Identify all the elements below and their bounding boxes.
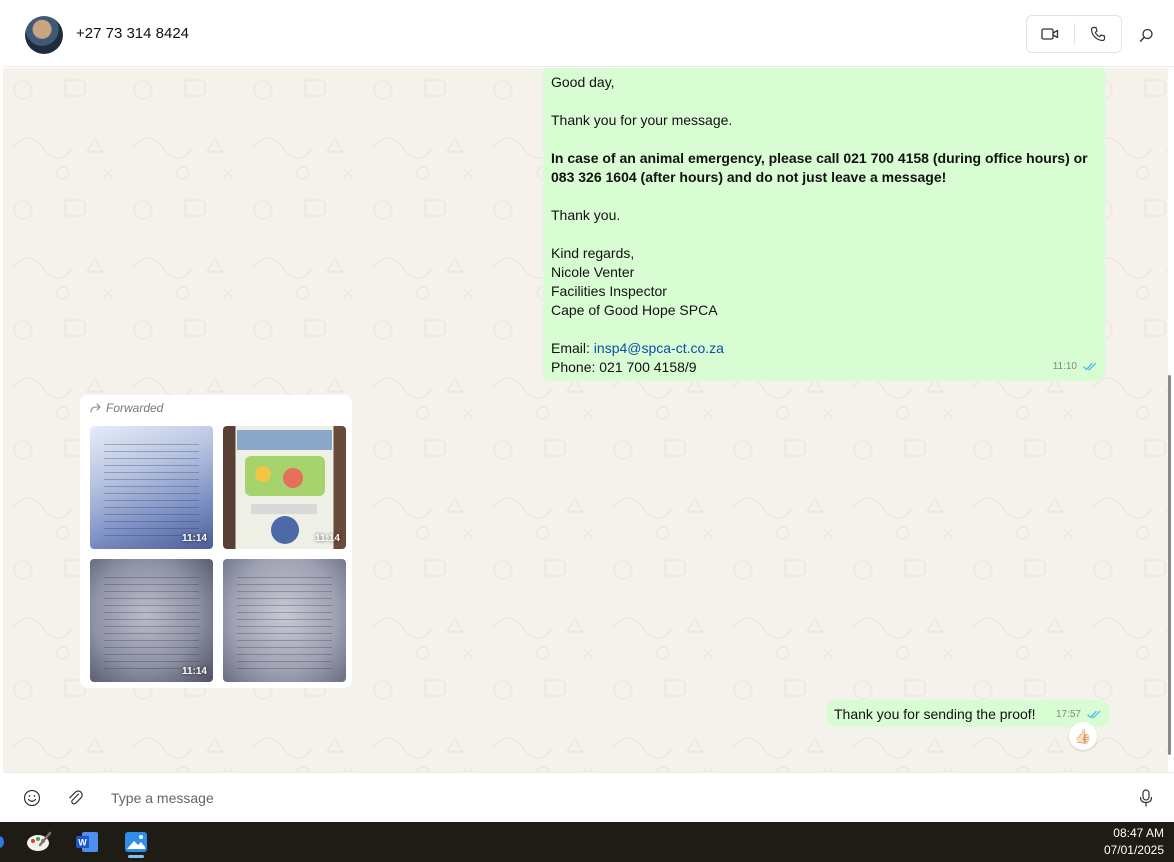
outgoing-message-bubble[interactable]: Thank you for sending the proof! 17:57 xyxy=(827,700,1109,727)
document-photo xyxy=(104,438,199,537)
chat-scrollbar[interactable] xyxy=(1168,375,1171,755)
taskbar: W 08:47 AM 07/01/2025 xyxy=(0,822,1174,862)
message-line: Cape of Good Hope SPCA xyxy=(551,302,718,318)
message-meta: 11:10 xyxy=(1053,357,1097,376)
message-line: Thank you. xyxy=(551,207,621,223)
emoji-icon xyxy=(23,789,41,807)
message-line xyxy=(551,320,1095,339)
image-thumbnail[interactable] xyxy=(223,559,346,682)
message-line xyxy=(551,130,1095,149)
contact-avatar[interactable] xyxy=(25,16,63,54)
image-thumbnail[interactable]: 11:14 xyxy=(223,426,346,549)
message-line xyxy=(551,225,1095,244)
clock-date: 07/01/2025 xyxy=(1103,843,1164,857)
photos-app-icon xyxy=(125,832,147,852)
message-meta: 17:57 xyxy=(1056,705,1101,724)
word-app-icon: W xyxy=(76,832,98,852)
thumbs-up-reaction[interactable]: 👍🏻 xyxy=(1069,722,1097,750)
forward-arrow-icon xyxy=(90,403,101,413)
message-input[interactable] xyxy=(111,786,1011,810)
microphone-icon xyxy=(1139,789,1153,807)
svg-text:W: W xyxy=(78,838,87,848)
message-line xyxy=(551,187,1095,206)
vaccine-card-photo xyxy=(237,430,332,544)
paint-app-icon xyxy=(27,831,52,851)
message-text: Good day, Thank you for your message. In c… xyxy=(551,73,1095,339)
email-link[interactable]: insp4@spca-ct.co.za xyxy=(594,340,724,356)
outgoing-message-bubble[interactable]: Good day, Thank you for your message. In c… xyxy=(543,68,1105,381)
call-button-group xyxy=(1026,15,1122,53)
image-thumbnail[interactable]: 11:14 xyxy=(90,559,213,682)
read-receipt-icon xyxy=(1083,362,1097,371)
message-line xyxy=(551,92,1095,111)
taskbar-word-app[interactable]: W xyxy=(69,826,105,858)
email-label: Email: xyxy=(551,340,594,356)
forwarded-text: Forwarded xyxy=(106,401,164,415)
voice-call-icon xyxy=(1090,26,1105,42)
chat-header: +27 73 314 8424 xyxy=(3,3,1174,67)
forwarded-image-album[interactable]: Forwarded 11:14 11:14 11:14 xyxy=(80,395,352,688)
contact-name[interactable]: +27 73 314 8424 xyxy=(76,25,189,42)
clock-time: 08:47 AM xyxy=(1113,826,1164,840)
image-time: 11:14 xyxy=(314,533,340,544)
image-time: 11:14 xyxy=(181,533,207,544)
document-photo xyxy=(237,571,332,670)
voice-message-button[interactable] xyxy=(1135,787,1157,809)
video-call-button[interactable] xyxy=(1027,16,1074,52)
message-time: 17:57 xyxy=(1055,709,1081,720)
video-call-icon xyxy=(1041,28,1059,40)
emoji-button[interactable] xyxy=(21,787,43,809)
message-line: Nicole Venter xyxy=(551,264,635,280)
message-line: Facilities Inspector xyxy=(551,283,667,299)
system-clock[interactable]: 08:47 AM 07/01/2025 xyxy=(1104,825,1164,859)
chat-area[interactable]: Good day, Thank you for your message. In c… xyxy=(3,68,1168,772)
document-photo xyxy=(104,571,199,670)
forwarded-label: Forwarded xyxy=(90,401,163,415)
attach-icon xyxy=(69,790,83,805)
voice-call-button[interactable] xyxy=(1075,16,1122,52)
read-receipt-icon xyxy=(1087,710,1101,719)
message-line: Thank you for your message. xyxy=(551,112,733,128)
attach-button[interactable] xyxy=(64,787,86,809)
message-time: 11:10 xyxy=(1052,361,1077,372)
message-line: Good day, xyxy=(551,74,615,90)
taskbar-partial-icon[interactable] xyxy=(0,836,4,848)
search-button[interactable] xyxy=(1134,23,1158,47)
search-icon xyxy=(1139,28,1153,42)
message-text: Thank you for sending the proof! xyxy=(834,706,1036,722)
taskbar-photos-app[interactable] xyxy=(118,826,154,858)
taskbar-paint-app[interactable] xyxy=(21,826,57,858)
image-thumbnail[interactable]: 11:14 xyxy=(90,426,213,549)
message-line: Kind regards, xyxy=(551,245,635,261)
message-composer xyxy=(3,772,1174,822)
image-time: 11:14 xyxy=(181,666,207,677)
phone-line: Phone: 021 700 4158/9 xyxy=(551,359,697,375)
message-line: In case of an animal emergency, please c… xyxy=(551,150,1088,185)
email-line: Email: insp4@spca-ct.co.za xyxy=(551,339,1095,358)
